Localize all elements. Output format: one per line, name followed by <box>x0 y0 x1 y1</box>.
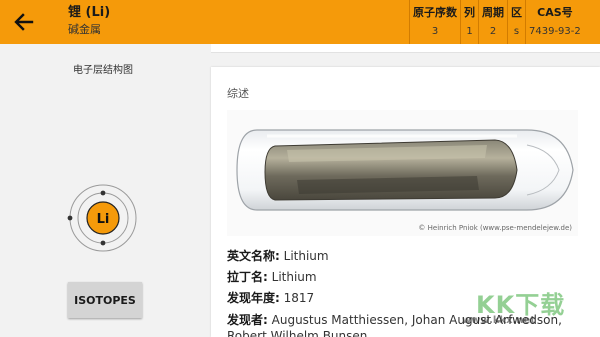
prop-label: 列 <box>464 6 475 19</box>
electron-shell-diagram: Li <box>67 184 137 252</box>
info-row-discovery-year: 发现年度: 1817 <box>227 288 592 309</box>
previous-card-edge <box>211 44 600 53</box>
info-row-discoverer: 发现者: Augustus Matthiessen, Johan August … <box>227 309 592 337</box>
photo-credit: © Heinrich Pniok (www.pse-mendelejew.de) <box>418 224 572 232</box>
element-photo: © Heinrich Pniok (www.pse-mendelejew.de) <box>227 110 578 236</box>
prop-group: 列 1 <box>460 0 478 44</box>
prop-cas: CAS号 7439-93-2 <box>525 0 584 44</box>
prop-value: 3 <box>431 26 439 37</box>
isotopes-button[interactable]: ISOTOPES <box>68 282 142 318</box>
element-properties: 原子序数 3 列 1 周期 2 区 s CAS号 7439-93-2 <box>409 0 584 44</box>
info-value: Augustus Matthiessen, Johan August Arfwe… <box>227 313 562 337</box>
prop-label: 原子序数 <box>413 6 457 19</box>
lithium-ampoule-image <box>227 110 578 236</box>
element-info-list: 英文名称: Lithium 拉丁名: Lithium 发现年度: 1817 发现… <box>227 246 592 337</box>
info-row-latin-name: 拉丁名: Lithium <box>227 267 592 288</box>
electron-diagram-label: 电子层结构图 <box>73 65 133 76</box>
prop-value: 7439-93-2 <box>529 26 581 37</box>
element-title: 锂 (Li) <box>68 5 111 20</box>
prop-label: 周期 <box>482 6 504 19</box>
prop-atomic-number: 原子序数 3 <box>409 0 460 44</box>
arrow-left-icon <box>14 13 34 31</box>
inner-electron <box>100 240 106 246</box>
nucleus-symbol: Li <box>97 212 110 227</box>
back-button[interactable] <box>10 8 38 36</box>
info-key: 发现年度: <box>227 291 280 305</box>
prop-value: 1 <box>466 26 473 37</box>
prop-label: CAS号 <box>537 6 573 19</box>
app-bar: 锂 (Li) 碱金属 原子序数 3 列 1 周期 2 区 s CAS号 7439… <box>0 0 600 44</box>
element-category: 碱金属 <box>68 23 101 36</box>
prop-period: 周期 2 <box>478 0 507 44</box>
outer-electron <box>67 215 73 221</box>
overview-card[interactable]: 综述 © Heinrich Pniok (www.pse-mendelejew.… <box>211 67 600 337</box>
info-value: 1817 <box>283 291 315 305</box>
info-key: 发现者: <box>227 313 268 327</box>
prop-label: 区 <box>511 6 522 19</box>
prop-value: 2 <box>489 26 497 37</box>
title-block: 锂 (Li) 碱金属 <box>68 5 110 37</box>
info-key: 英文名称: <box>227 249 280 263</box>
inner-electron <box>100 190 106 196</box>
info-key: 拉丁名: <box>227 270 268 284</box>
left-panel: 电子层结构图 Li ISOTOPES <box>0 44 206 337</box>
prop-block: 区 s <box>507 0 525 44</box>
info-row-english-name: 英文名称: Lithium <box>227 246 592 267</box>
prop-value: s <box>513 26 520 37</box>
info-value: Lithium <box>283 249 329 263</box>
overview-title: 综述 <box>227 87 249 100</box>
info-value: Lithium <box>271 270 317 284</box>
